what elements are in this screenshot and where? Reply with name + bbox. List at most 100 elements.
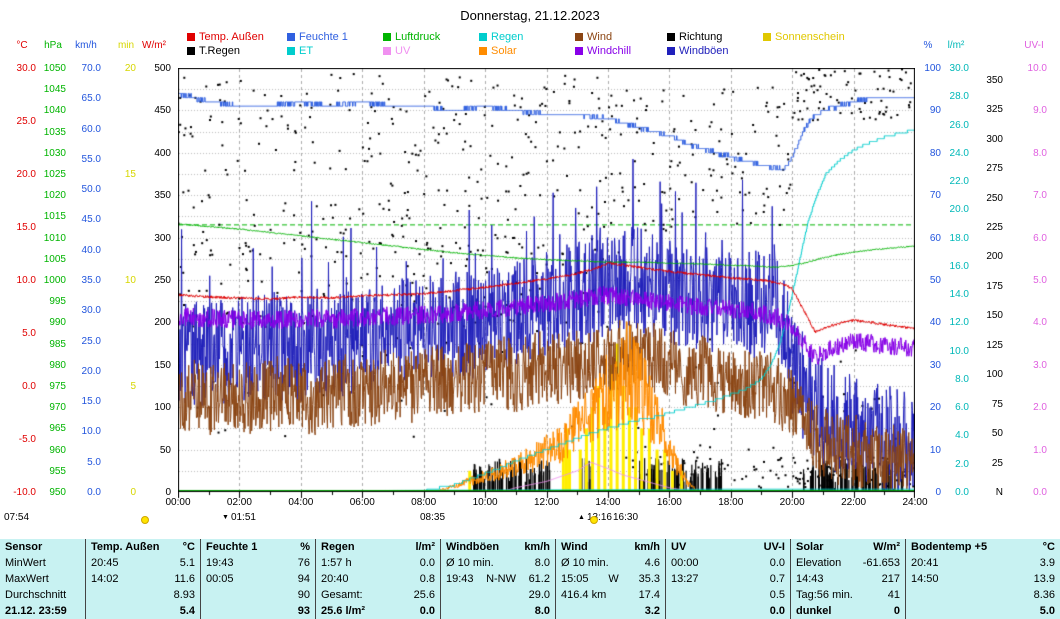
cell-label: Ø 10 min. [561,557,609,569]
table-cell: 1:57 h 0.0 [316,555,440,571]
legend-item: ET [287,45,313,57]
axis-tick-label-pressure_hpa: 990 [26,317,66,328]
table-cell: Tag:56 min.41 [791,587,905,603]
time-tick-label: 22:00 [841,497,866,508]
axis-tick-label-pressure_hpa: 970 [26,402,66,413]
cell-label: Durchschnitt [5,589,66,601]
axis-tick-label-temp_c: 25.0 [0,116,36,127]
axis-tick-label-uv_index: 4.0 [1007,317,1047,328]
table-cell: 8.0 [441,603,555,619]
event-marker-label: 16:30 [613,512,638,523]
legend-swatch-icon [763,33,771,41]
axis-tick-label-direction_deg: 250 [963,193,1003,204]
axis-tick-label-solar_wm2: 200 [131,317,171,328]
table-cell: 8.36 [906,587,1060,603]
legend-item: UV [383,45,410,57]
axis-tick-label-wind_kmh: 70.0 [61,63,101,74]
cell-value: 76 [298,557,310,569]
axis-tick-label-pressure_hpa: 1025 [26,169,66,180]
table-column-windb-en: Windböenkm/hØ 10 min.8.019:43N-NW61.229.… [440,539,555,619]
time-tick-label: 24:00 [902,497,927,508]
time-tick-label: 08:00 [411,497,436,508]
time-tick-label: 20:00 [780,497,805,508]
axis-tick-label-solar_wm2: 350 [131,190,171,201]
cell-value: 3.2 [645,605,660,617]
legend-swatch-icon [479,47,487,55]
cell-label: 20:40 [321,573,349,585]
cell-label: 00:00 [671,557,699,569]
axis-tick-label-temp_c: -5.0 [0,434,36,445]
sun-icon [141,516,149,524]
table-cell: 25.6 l/m²0.0 [316,603,440,619]
cell-value: 8.36 [1034,589,1055,601]
cell-label: dunkel [796,605,831,617]
legend-item: Feuchte 1 [287,31,348,43]
table-cell: 20:455.1 [86,555,200,571]
cell-value: 94 [298,573,310,585]
axis-tick-label-rain_lm2: 30.0 [929,63,969,74]
event-marker-label: 01:51 [231,512,256,523]
axis-header-pressure_hpa: hPa [44,40,62,51]
axis-tick-label-humidity_pct: 50 [901,275,941,286]
table-column-header: UVUV-I [666,539,790,555]
legend-label: Regen [491,31,523,43]
table-column-header: Temp. Außen°C [86,539,200,555]
legend-swatch-icon [187,33,195,41]
axis-header-wind_kmh: km/h [75,40,97,51]
cell-value: 0.0 [420,557,435,569]
legend-swatch-icon [479,33,487,41]
axis-tick-label-uv_index: 3.0 [1007,360,1047,371]
legend-item: Luftdruck [383,31,440,43]
legend-label: Wind [587,31,612,43]
column-name: Wind [561,541,588,553]
cell-value: 0.0 [420,605,435,617]
axis-tick-label-uv_index: 6.0 [1007,233,1047,244]
triangle-down-icon: ▼ [222,513,229,523]
cell-label: 15:05 [561,573,589,585]
legend-label: Temp. Außen [199,31,264,43]
cell-value: 29.0 [529,589,550,601]
stats-table: SensorMinWertMaxWertDurchschnitt21.12. 2… [0,539,1060,619]
column-name: UV [671,541,686,553]
axis-tick-label-humidity_pct: 10 [901,445,941,456]
table-cell: 14:0211.6 [86,571,200,587]
table-cell: 00:00 0.0 [666,555,790,571]
table-column-header: Windkm/h [556,539,665,555]
table-cell: 21.12. 23:59 [0,603,85,619]
cell-value: 8.0 [535,605,550,617]
axis-tick-label-uv_index: 5.0 [1007,275,1047,286]
axis-tick-label-direction_deg: 300 [963,134,1003,145]
legend-swatch-icon [287,47,295,55]
axis-tick-label-solar_wm2: 300 [131,233,171,244]
cell-label: 19:43 [446,573,474,585]
cell-value: 0.0 [770,557,785,569]
axis-tick-label-direction_deg: 125 [963,340,1003,351]
axis-tick-label-pressure_hpa: 955 [26,466,66,477]
legend-item: Windböen [667,45,729,57]
axis-tick-label-wind_kmh: 40.0 [61,245,101,256]
time-tick-label: 02:00 [227,497,252,508]
table-column-feuchte-1: Feuchte 1%19:437600:05949093 [200,539,315,619]
legend-label: Sonnenschein [775,31,845,43]
legend-label: Windböen [679,45,729,57]
triangle-up-icon: ▲ [578,513,585,523]
axis-tick-label-direction_deg: 75 [963,399,1003,410]
axis-tick-label-pressure_hpa: 1020 [26,190,66,201]
cell-value: 0.7 [770,573,785,585]
axis-tick-label-direction_deg: N [963,487,1003,498]
axis-tick-label-pressure_hpa: 1010 [26,233,66,244]
column-unit: °C [1043,541,1055,553]
cell-value: 0.5 [770,589,785,601]
cell-label: 1:57 h [321,557,352,569]
table-cell: Ø 10 min.8.0 [441,555,555,571]
cell-value: 3.9 [1040,557,1055,569]
axis-header-uv_index: UV-I [1024,40,1043,51]
cell-value: 13.9 [1034,573,1055,585]
sun-icon [590,516,598,524]
cell-value: 93 [298,605,310,617]
axis-tick-label-direction_deg: 275 [963,163,1003,174]
legend-label: Feuchte 1 [299,31,348,43]
column-name: Windböen [446,541,499,553]
cell-label: 19:43 [206,557,234,569]
table-cell: 90 [201,587,315,603]
